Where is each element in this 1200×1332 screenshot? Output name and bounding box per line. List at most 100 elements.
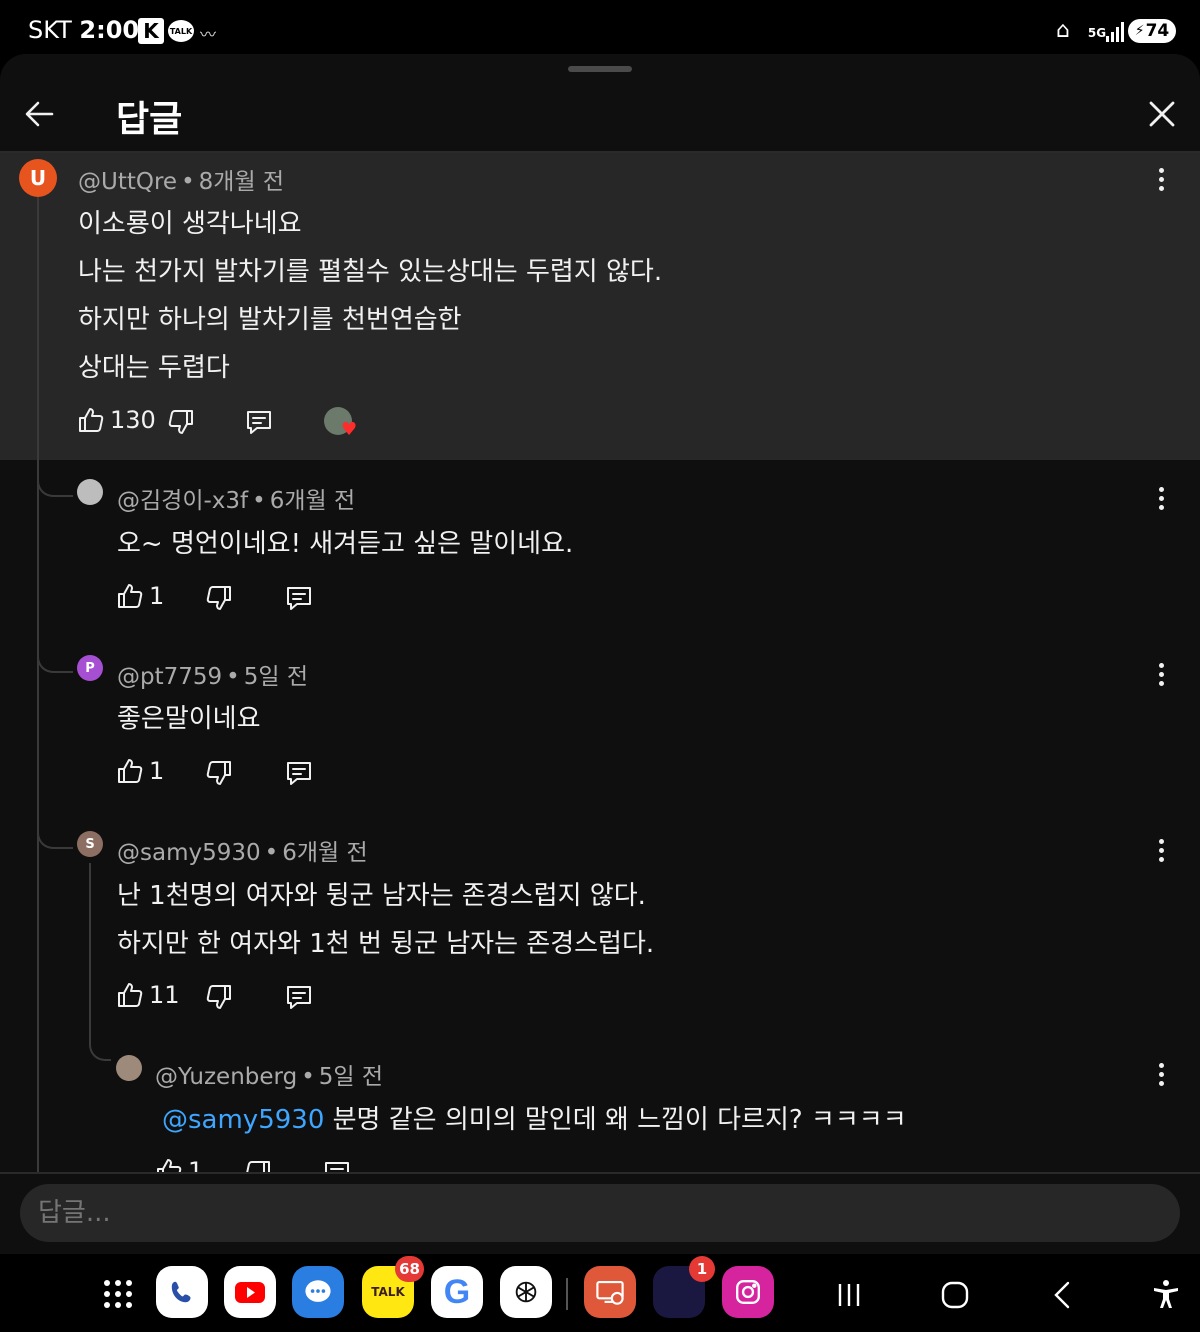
- like-button[interactable]: 130: [76, 405, 156, 435]
- apps-grid-icon[interactable]: [104, 1280, 132, 1308]
- reply-button[interactable]: [284, 583, 314, 613]
- mention-link[interactable]: @samy5930: [162, 1105, 324, 1135]
- messages-app-icon[interactable]: [292, 1266, 344, 1318]
- accessibility-icon: [1154, 1280, 1178, 1308]
- dislike-button[interactable]: [243, 1158, 273, 1172]
- avatar[interactable]: [77, 479, 103, 505]
- thumbs-up-icon: [118, 983, 143, 1007]
- like-button[interactable]: 1: [154, 1156, 203, 1172]
- avatar[interactable]: S: [77, 831, 103, 857]
- signal-icon: [1106, 22, 1126, 42]
- more-options-button[interactable]: [1146, 159, 1176, 199]
- more-options-button[interactable]: [1146, 478, 1176, 518]
- battery-icon: ⚡ 74: [1128, 19, 1176, 43]
- more-options-button[interactable]: [1146, 1054, 1176, 1094]
- arrow-left-icon: [25, 101, 54, 127]
- comment-author[interactable]: @김경이-x3f: [117, 488, 248, 514]
- more-options-button[interactable]: [1146, 654, 1176, 694]
- accessibility-button[interactable]: [1150, 1278, 1182, 1314]
- reply-button[interactable]: [322, 1158, 352, 1172]
- kakaotalk-app-icon[interactable]: TALK 68: [362, 1256, 424, 1318]
- comment-author[interactable]: @pt7759: [117, 664, 222, 690]
- back-nav-button[interactable]: [1048, 1280, 1078, 1314]
- thumbs-down-icon: [246, 1161, 270, 1172]
- heart-icon: ♥: [341, 419, 358, 440]
- reply-input[interactable]: [20, 1184, 1180, 1242]
- chatgpt-app-icon[interactable]: [500, 1266, 552, 1318]
- like-count: 11: [149, 981, 180, 1009]
- smartview-app-icon[interactable]: [584, 1266, 636, 1318]
- dislike-button[interactable]: [204, 758, 234, 788]
- like-button[interactable]: 1: [115, 756, 164, 786]
- comment-text-line: 하지만 하나의 발차기를 천번연습한: [78, 305, 462, 335]
- replies-panel: 답글 U @UttQre • 8개월 전 이소룡이 생각나네요 나는 천가지 발차기…: [0, 54, 1200, 1254]
- comment-author[interactable]: @samy5930: [117, 840, 261, 866]
- comment-text-line: 이소룡이 생각나네요: [78, 209, 302, 239]
- more-dots-icon: [1158, 662, 1164, 668]
- comment-text-line: 좋은말이네요: [117, 704, 261, 734]
- avatar[interactable]: P: [77, 655, 103, 681]
- thumbs-up-icon: [79, 408, 104, 432]
- comment-author[interactable]: @Yuzenberg: [155, 1064, 297, 1090]
- home-button[interactable]: [940, 1280, 970, 1314]
- carrier-name: SKT: [28, 16, 72, 44]
- comment-text-line: 오~ 명언이네요! 새겨듣고 싶은 말이네요.: [117, 529, 574, 559]
- thumbs-down-icon: [168, 410, 193, 434]
- avatar[interactable]: [116, 1055, 142, 1081]
- community-app-icon[interactable]: 1: [653, 1256, 715, 1318]
- more-options-button[interactable]: [1146, 830, 1176, 870]
- comment-author[interactable]: @UttQre: [78, 169, 177, 195]
- battery-level: 74: [1145, 21, 1170, 41]
- close-icon: [1149, 101, 1175, 127]
- reply-button[interactable]: [284, 758, 314, 788]
- more-dots-icon: [1158, 838, 1164, 844]
- back-button[interactable]: [18, 92, 62, 136]
- comment-meta: @Yuzenberg • 5일 전: [155, 1057, 383, 1091]
- thumbs-down-icon: [206, 985, 231, 1009]
- reply-comment-icon: [247, 411, 271, 434]
- thread-line: [37, 197, 39, 1172]
- comment-text-line: 상대는 두렵다: [78, 353, 230, 383]
- notification-wave-icon: 〰: [199, 25, 216, 44]
- thumbs-up-icon: [118, 584, 143, 608]
- like-count: 1: [149, 757, 165, 785]
- notification-badge: 68: [395, 1256, 424, 1282]
- avatar[interactable]: U: [19, 159, 57, 197]
- like-button[interactable]: 11: [115, 980, 180, 1010]
- thumbs-down-icon: [206, 586, 231, 610]
- notification-badge: 1: [689, 1256, 715, 1282]
- status-bar: SKT 2:00 K TALK 〰 ⌂ 5G ⚡ 74: [0, 0, 1200, 58]
- meta-dot: •: [181, 169, 195, 195]
- comment-time: 6개월 전: [269, 488, 356, 514]
- like-count: 130: [110, 406, 156, 434]
- dislike-button[interactable]: [166, 407, 196, 437]
- taskbar: TALK 68 G 1: [0, 1254, 1200, 1332]
- meta-dot: •: [264, 840, 279, 866]
- google-app-icon[interactable]: G: [431, 1266, 483, 1318]
- thread-branch: [37, 649, 73, 673]
- reply-button[interactable]: [244, 407, 274, 437]
- recent-apps-button[interactable]: [834, 1280, 864, 1314]
- instagram-app-icon[interactable]: [722, 1266, 774, 1318]
- reply-comment-icon: [325, 1162, 349, 1172]
- nested-reply-text: 분명 같은 의미의 말인데 왜 느낌이 다르지? ㅋㅋㅋㅋ: [324, 1105, 907, 1135]
- thread-branch: [37, 825, 73, 849]
- dislike-button[interactable]: [204, 583, 234, 613]
- phone-app-icon[interactable]: [156, 1266, 208, 1318]
- comment-meta: @UttQre • 8개월 전: [78, 162, 284, 196]
- dislike-button[interactable]: [204, 982, 234, 1012]
- close-button[interactable]: [1140, 92, 1184, 136]
- home-network-icon: ⌂: [1056, 17, 1070, 43]
- thread-branch: [89, 1041, 111, 1061]
- page-title: 답글: [116, 99, 183, 140]
- comments-list[interactable]: U @UttQre • 8개월 전 이소룡이 생각나네요 나는 천가지 발차기를 펼…: [0, 153, 1200, 1172]
- reply-button[interactable]: [284, 982, 314, 1012]
- reply-comment-icon: [287, 762, 311, 785]
- panel-header: 답글: [0, 80, 1200, 152]
- thread-branch: [37, 473, 73, 497]
- youtube-app-icon[interactable]: [224, 1266, 276, 1318]
- meta-dot: •: [226, 664, 240, 690]
- comment-text-line: @samy5930 분명 같은 의미의 말인데 왜 느낌이 다르지? ㅋㅋㅋㅋ: [162, 1099, 907, 1136]
- drag-handle[interactable]: [568, 66, 632, 72]
- like-button[interactable]: 1: [115, 581, 164, 611]
